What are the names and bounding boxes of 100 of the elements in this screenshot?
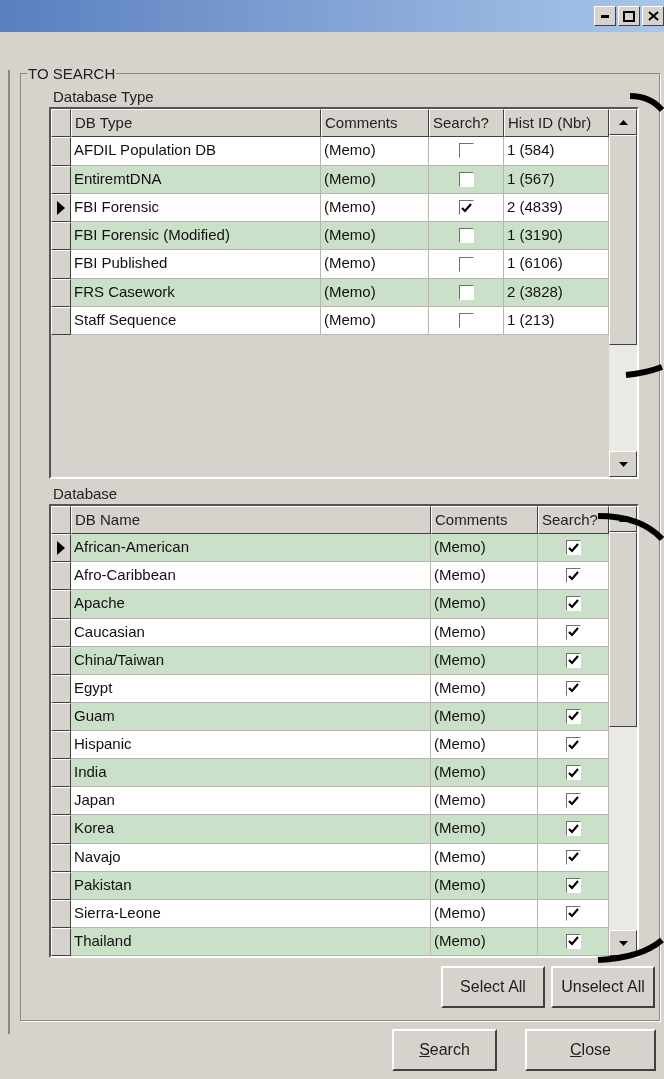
row-indicator[interactable] xyxy=(51,193,71,223)
scroll-down-button[interactable] xyxy=(609,451,637,477)
search-checkbox[interactable] xyxy=(565,596,581,612)
search-checkbox[interactable] xyxy=(565,821,581,837)
column-header[interactable]: Search? xyxy=(538,506,609,535)
grid-row[interactable]: Egypt (Memo) xyxy=(51,674,609,703)
table-cell: (Memo) xyxy=(431,843,538,872)
row-indicator[interactable] xyxy=(51,307,71,336)
check-icon xyxy=(567,683,579,694)
grid-row[interactable]: Navajo (Memo) xyxy=(51,843,609,872)
grid-row[interactable]: Japan (Memo) xyxy=(51,787,609,816)
select-all-button[interactable]: Select All xyxy=(441,966,545,1008)
grid-row[interactable]: China/Taiwan (Memo) xyxy=(51,646,609,675)
close-button[interactable] xyxy=(642,6,664,26)
search-checkbox[interactable] xyxy=(565,652,581,668)
search-checkbox[interactable] xyxy=(565,540,581,556)
grid-row[interactable]: Afro-Caribbean (Memo) xyxy=(51,562,609,591)
grid-row[interactable]: FBI Forensic (Modified) (Memo) 1 (3190) xyxy=(51,222,609,251)
column-header[interactable]: Hist ID (Nbr) xyxy=(504,109,609,138)
search-checkbox[interactable] xyxy=(458,284,474,300)
row-indicator[interactable] xyxy=(51,899,71,928)
row-indicator[interactable] xyxy=(51,731,71,760)
table-cell: Pakistan xyxy=(71,871,431,900)
scroll-thumb[interactable] xyxy=(609,532,637,727)
search-button[interactable]: Search xyxy=(392,1029,497,1071)
column-header[interactable]: DB Type xyxy=(71,109,321,138)
column-header[interactable]: Comments xyxy=(431,506,538,535)
row-indicator[interactable] xyxy=(51,250,71,279)
scroll-down-button[interactable] xyxy=(609,930,637,956)
row-indicator[interactable] xyxy=(51,927,71,956)
row-indicator[interactable] xyxy=(51,871,71,900)
grid-row[interactable]: FBI Forensic (Memo) 2 (4839) xyxy=(51,193,609,223)
up-arrow-icon xyxy=(618,119,628,125)
row-indicator[interactable] xyxy=(51,222,71,251)
column-header[interactable]: DB Name xyxy=(71,506,431,535)
row-indicator[interactable] xyxy=(51,590,71,619)
row-indicator[interactable] xyxy=(51,618,71,647)
grid-row[interactable]: Guam (Memo) xyxy=(51,702,609,731)
check-icon xyxy=(460,202,472,213)
close-icon xyxy=(647,11,659,21)
scrollbar[interactable] xyxy=(609,506,637,956)
grid-row[interactable]: Apache (Memo) xyxy=(51,590,609,619)
search-checkbox[interactable] xyxy=(458,228,474,244)
row-indicator[interactable] xyxy=(51,759,71,788)
search-checkbox[interactable] xyxy=(565,877,581,893)
row-indicator[interactable] xyxy=(51,674,71,703)
table-cell: AFDIL Population DB xyxy=(71,137,321,166)
search-checkbox[interactable] xyxy=(565,708,581,724)
maximize-icon xyxy=(623,10,635,22)
close-button[interactable]: Close xyxy=(525,1029,656,1071)
table-cell: Navajo xyxy=(71,843,431,872)
scrollbar[interactable] xyxy=(609,109,637,477)
check-icon xyxy=(567,542,579,553)
search-checkbox[interactable] xyxy=(458,171,474,187)
row-pointer-icon xyxy=(57,541,65,556)
row-indicator[interactable] xyxy=(51,137,71,166)
minimize-icon xyxy=(601,14,609,18)
grid-row[interactable]: Korea (Memo) xyxy=(51,815,609,844)
row-indicator[interactable] xyxy=(51,562,71,591)
grid-row[interactable]: Sierra-Leone (Memo) xyxy=(51,899,609,928)
grid-row[interactable]: African-American (Memo) xyxy=(51,534,609,563)
section-label: Database xyxy=(52,485,119,504)
grid-row[interactable]: Thailand (Memo) xyxy=(51,927,609,956)
table-cell: FBI Published xyxy=(71,250,321,279)
grid-row[interactable]: EntiremtDNA (Memo) 1 (567) xyxy=(51,165,609,194)
row-indicator[interactable] xyxy=(51,815,71,844)
row-indicator[interactable] xyxy=(51,534,71,563)
check-icon xyxy=(567,823,579,834)
minimize-button[interactable] xyxy=(594,6,616,26)
grid-row[interactable]: Staff Sequence (Memo) 1 (213) xyxy=(51,307,609,336)
table-cell: Apache xyxy=(71,590,431,619)
scroll-up-button[interactable] xyxy=(609,109,637,135)
grid-row[interactable]: India (Memo) xyxy=(51,759,609,788)
section-label: Database Type xyxy=(52,88,155,107)
search-checkbox[interactable] xyxy=(565,933,581,949)
annotation-mark xyxy=(624,363,664,379)
column-header[interactable]: Search? xyxy=(429,109,504,138)
column-header[interactable]: Comments xyxy=(321,109,429,138)
unselect-all-button[interactable]: Unselect All xyxy=(551,966,655,1008)
check-icon xyxy=(567,570,579,581)
check-icon xyxy=(567,598,579,609)
grid-row[interactable]: Pakistan (Memo) xyxy=(51,871,609,900)
row-indicator[interactable] xyxy=(51,843,71,872)
table-cell: (Memo) xyxy=(431,618,538,647)
row-indicator[interactable] xyxy=(51,702,71,731)
row-indicator[interactable] xyxy=(51,787,71,816)
grid-row[interactable]: Caucasian (Memo) xyxy=(51,618,609,647)
maximize-button[interactable] xyxy=(618,6,640,26)
row-indicator[interactable] xyxy=(51,646,71,675)
grid-row[interactable]: FBI Published (Memo) 1 (6106) xyxy=(51,250,609,279)
row-indicator[interactable] xyxy=(51,165,71,194)
grid-row[interactable]: AFDIL Population DB (Memo) 1 (584) xyxy=(51,137,609,166)
scroll-thumb[interactable] xyxy=(609,135,637,345)
grid-row[interactable]: FRS Casework (Memo) 2 (3828) xyxy=(51,278,609,308)
annotation-mark xyxy=(596,936,664,964)
row-indicator[interactable] xyxy=(51,278,71,308)
check-icon xyxy=(567,627,579,638)
grid-row[interactable]: Hispanic (Memo) xyxy=(51,731,609,760)
check-icon xyxy=(567,655,579,666)
search-checkbox[interactable] xyxy=(565,765,581,781)
